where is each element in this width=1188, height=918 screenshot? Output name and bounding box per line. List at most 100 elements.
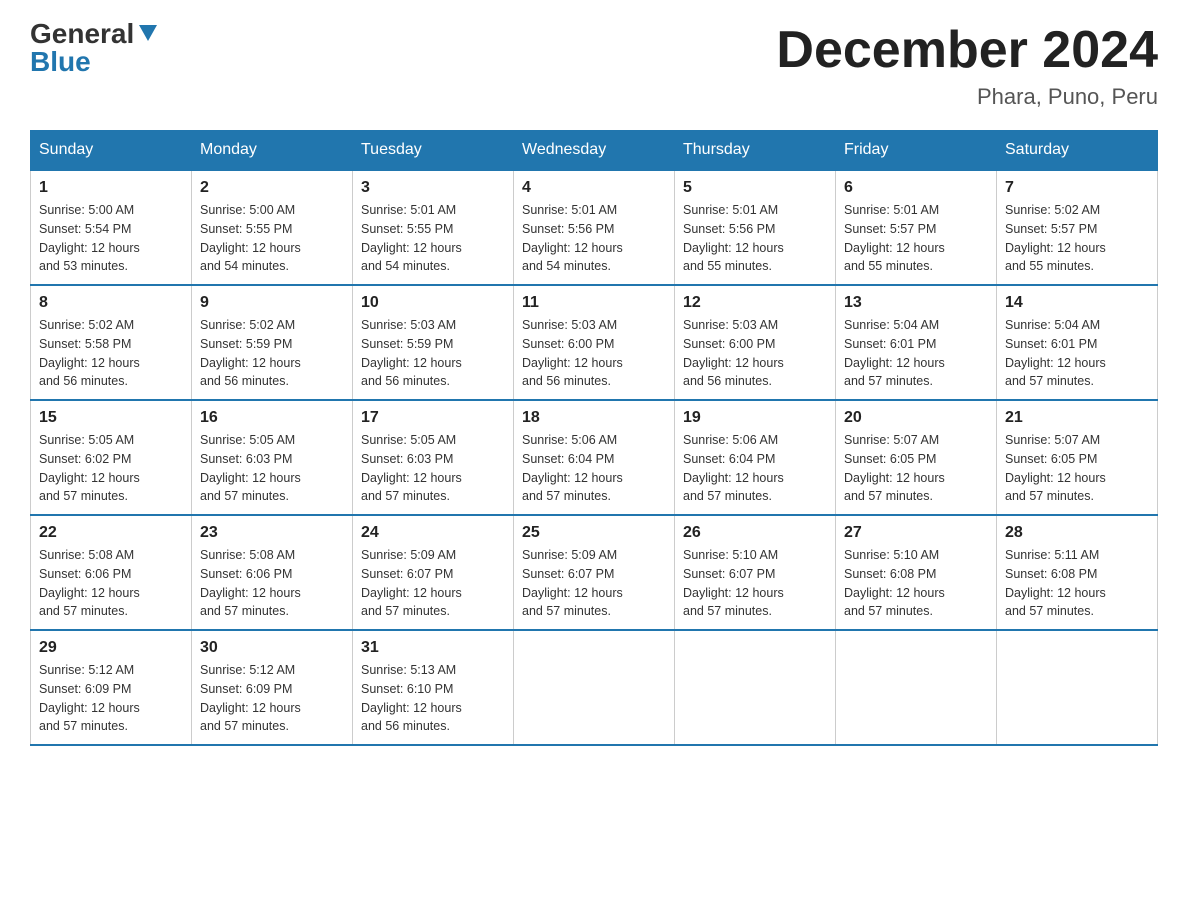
day-cell-29: 29Sunrise: 5:12 AMSunset: 6:09 PMDayligh… <box>31 630 192 745</box>
day-info-11: Sunrise: 5:03 AMSunset: 6:00 PMDaylight:… <box>522 316 666 391</box>
day-number-2: 2 <box>200 179 344 197</box>
day-info-20: Sunrise: 5:07 AMSunset: 6:05 PMDaylight:… <box>844 431 988 506</box>
day-cell-4: 4 Sunrise: 5:01 AMSunset: 5:56 PMDaylight… <box>514 170 675 285</box>
day-info-17: Sunrise: 5:05 AMSunset: 6:03 PMDaylight:… <box>361 431 505 506</box>
day-number-31: 31 <box>361 639 505 657</box>
day-number-8: 8 <box>39 294 183 312</box>
day-number-20: 20 <box>844 409 988 427</box>
empty-cell <box>997 630 1158 745</box>
day-info-5: Sunrise: 5:01 AMSunset: 5:56 PMDaylight:… <box>683 201 827 276</box>
day-number-15: 15 <box>39 409 183 427</box>
day-cell-26: 26 Sunrise: 5:10 AMSunset: 6:07 PMDayligh… <box>675 515 836 630</box>
day-info-9: Sunrise: 5:02 AMSunset: 5:59 PMDaylight:… <box>200 316 344 391</box>
day-number-10: 10 <box>361 294 505 312</box>
day-info-7: Sunrise: 5:02 AMSunset: 5:57 PMDaylight:… <box>1005 201 1149 276</box>
day-number-9: 9 <box>200 294 344 312</box>
day-cell-27: 27Sunrise: 5:10 AMSunset: 6:08 PMDayligh… <box>836 515 997 630</box>
day-cell-28: 28Sunrise: 5:11 AMSunset: 6:08 PMDayligh… <box>997 515 1158 630</box>
day-cell-30: 30 Sunrise: 5:12 AMSunset: 6:09 PMDayligh… <box>192 630 353 745</box>
day-cell-1: 1 Sunrise: 5:00 AMSunset: 5:54 PMDaylight… <box>31 170 192 285</box>
day-cell-20: 20 Sunrise: 5:07 AMSunset: 6:05 PMDayligh… <box>836 400 997 515</box>
day-number-5: 5 <box>683 179 827 197</box>
day-cell-10: 10Sunrise: 5:03 AMSunset: 5:59 PMDayligh… <box>353 285 514 400</box>
header-saturday: Saturday <box>997 131 1158 171</box>
day-cell-11: 11 Sunrise: 5:03 AMSunset: 6:00 PMDayligh… <box>514 285 675 400</box>
day-info-3: Sunrise: 5:01 AMSunset: 5:55 PMDaylight:… <box>361 201 505 276</box>
day-cell-25: 25Sunrise: 5:09 AMSunset: 6:07 PMDayligh… <box>514 515 675 630</box>
day-info-2: Sunrise: 5:00 AMSunset: 5:55 PMDaylight:… <box>200 201 344 276</box>
day-cell-17: 17 Sunrise: 5:05 AMSunset: 6:03 PMDayligh… <box>353 400 514 515</box>
day-info-15: Sunrise: 5:05 AMSunset: 6:02 PMDaylight:… <box>39 431 183 506</box>
day-cell-12: 12Sunrise: 5:03 AMSunset: 6:00 PMDayligh… <box>675 285 836 400</box>
day-cell-2: 2 Sunrise: 5:00 AMSunset: 5:55 PMDaylight… <box>192 170 353 285</box>
day-info-28: Sunrise: 5:11 AMSunset: 6:08 PMDaylight:… <box>1005 546 1149 621</box>
day-number-16: 16 <box>200 409 344 427</box>
day-cell-21: 21 Sunrise: 5:07 AMSunset: 6:05 PMDayligh… <box>997 400 1158 515</box>
day-number-17: 17 <box>361 409 505 427</box>
calendar-subtitle: Phara, Puno, Peru <box>776 84 1158 110</box>
day-info-18: Sunrise: 5:06 AMSunset: 6:04 PMDaylight:… <box>522 431 666 506</box>
day-cell-16: 16 Sunrise: 5:05 AMSunset: 6:03 PMDayligh… <box>192 400 353 515</box>
day-info-16: Sunrise: 5:05 AMSunset: 6:03 PMDaylight:… <box>200 431 344 506</box>
day-info-22: Sunrise: 5:08 AMSunset: 6:06 PMDaylight:… <box>39 546 183 621</box>
day-number-21: 21 <box>1005 409 1149 427</box>
day-info-26: Sunrise: 5:10 AMSunset: 6:07 PMDaylight:… <box>683 546 827 621</box>
day-number-4: 4 <box>522 179 666 197</box>
day-cell-9: 9 Sunrise: 5:02 AMSunset: 5:59 PMDaylight… <box>192 285 353 400</box>
day-cell-22: 22 Sunrise: 5:08 AMSunset: 6:06 PMDayligh… <box>31 515 192 630</box>
day-info-4: Sunrise: 5:01 AMSunset: 5:56 PMDaylight:… <box>522 201 666 276</box>
day-cell-8: 8 Sunrise: 5:02 AMSunset: 5:58 PMDaylight… <box>31 285 192 400</box>
empty-cell <box>675 630 836 745</box>
title-area: December 2024 Phara, Puno, Peru <box>776 20 1158 110</box>
day-number-24: 24 <box>361 524 505 542</box>
day-info-1: Sunrise: 5:00 AMSunset: 5:54 PMDaylight:… <box>39 201 183 276</box>
header-friday: Friday <box>836 131 997 171</box>
day-info-30: Sunrise: 5:12 AMSunset: 6:09 PMDaylight:… <box>200 661 344 736</box>
page-header: General Blue December 2024 Phara, Puno, … <box>30 20 1158 110</box>
day-cell-18: 18Sunrise: 5:06 AMSunset: 6:04 PMDayligh… <box>514 400 675 515</box>
day-number-11: 11 <box>522 294 666 312</box>
day-number-23: 23 <box>200 524 344 542</box>
day-number-29: 29 <box>39 639 183 657</box>
day-number-30: 30 <box>200 639 344 657</box>
day-info-21: Sunrise: 5:07 AMSunset: 6:05 PMDaylight:… <box>1005 431 1149 506</box>
header-thursday: Thursday <box>675 131 836 171</box>
day-cell-5: 5 Sunrise: 5:01 AMSunset: 5:56 PMDaylight… <box>675 170 836 285</box>
day-cell-6: 6Sunrise: 5:01 AMSunset: 5:57 PMDaylight… <box>836 170 997 285</box>
day-number-26: 26 <box>683 524 827 542</box>
day-number-19: 19 <box>683 409 827 427</box>
week-row-4: 22 Sunrise: 5:08 AMSunset: 6:06 PMDayligh… <box>31 515 1158 630</box>
week-row-2: 8 Sunrise: 5:02 AMSunset: 5:58 PMDaylight… <box>31 285 1158 400</box>
header-row: SundayMondayTuesdayWednesdayThursdayFrid… <box>31 131 1158 171</box>
header-wednesday: Wednesday <box>514 131 675 171</box>
day-info-24: Sunrise: 5:09 AMSunset: 6:07 PMDaylight:… <box>361 546 505 621</box>
header-sunday: Sunday <box>31 131 192 171</box>
day-number-12: 12 <box>683 294 827 312</box>
day-number-13: 13 <box>844 294 988 312</box>
day-number-22: 22 <box>39 524 183 542</box>
day-number-27: 27 <box>844 524 988 542</box>
day-info-19: Sunrise: 5:06 AMSunset: 6:04 PMDaylight:… <box>683 431 827 506</box>
day-cell-14: 14 Sunrise: 5:04 AMSunset: 6:01 PMDayligh… <box>997 285 1158 400</box>
logo-general: General <box>30 20 134 48</box>
day-number-1: 1 <box>39 179 183 197</box>
day-number-25: 25 <box>522 524 666 542</box>
day-cell-13: 13 Sunrise: 5:04 AMSunset: 6:01 PMDayligh… <box>836 285 997 400</box>
day-cell-24: 24 Sunrise: 5:09 AMSunset: 6:07 PMDayligh… <box>353 515 514 630</box>
logo-blue: Blue <box>30 48 91 76</box>
calendar-title: December 2024 <box>776 20 1158 80</box>
day-info-8: Sunrise: 5:02 AMSunset: 5:58 PMDaylight:… <box>39 316 183 391</box>
day-number-3: 3 <box>361 179 505 197</box>
day-number-14: 14 <box>1005 294 1149 312</box>
day-cell-31: 31Sunrise: 5:13 AMSunset: 6:10 PMDayligh… <box>353 630 514 745</box>
week-row-1: 1 Sunrise: 5:00 AMSunset: 5:54 PMDaylight… <box>31 170 1158 285</box>
day-info-23: Sunrise: 5:08 AMSunset: 6:06 PMDaylight:… <box>200 546 344 621</box>
day-cell-15: 15 Sunrise: 5:05 AMSunset: 6:02 PMDayligh… <box>31 400 192 515</box>
empty-cell <box>514 630 675 745</box>
day-number-7: 7 <box>1005 179 1149 197</box>
day-info-6: Sunrise: 5:01 AMSunset: 5:57 PMDaylight:… <box>844 201 988 276</box>
day-cell-3: 3 Sunrise: 5:01 AMSunset: 5:55 PMDaylight… <box>353 170 514 285</box>
week-row-3: 15 Sunrise: 5:05 AMSunset: 6:02 PMDayligh… <box>31 400 1158 515</box>
day-info-14: Sunrise: 5:04 AMSunset: 6:01 PMDaylight:… <box>1005 316 1149 391</box>
day-info-13: Sunrise: 5:04 AMSunset: 6:01 PMDaylight:… <box>844 316 988 391</box>
